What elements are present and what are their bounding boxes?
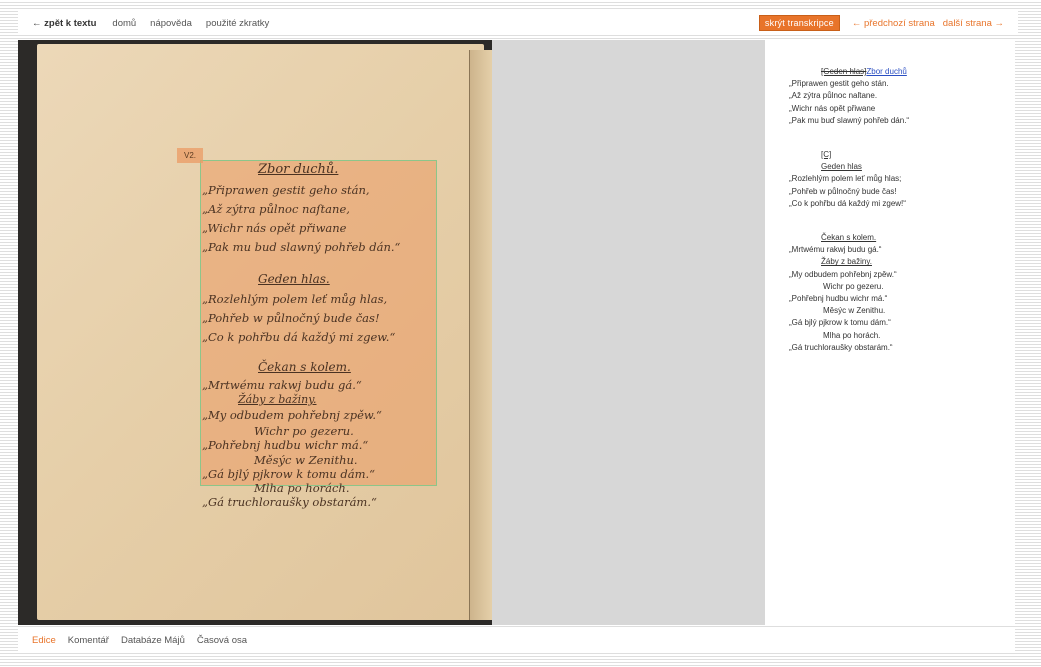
transcript-line: „Mrtwému rakwj budu gá.“ [789,245,882,255]
abbreviations-link[interactable]: použité zkratky [206,18,269,29]
manuscript-line: Zbor duchů. [258,162,339,177]
transcript-heading: Geden hlas [821,162,862,172]
transcript-line: „Wichr nás opět přiwane [789,103,876,113]
hide-transcript-button[interactable]: skrýt transkripce [758,15,840,31]
transcript-line: „Gá bjlý pjkrow k tomu dám.“ [789,318,891,328]
manuscript-line: „Wichr nás opět přiwane [202,221,347,235]
manuscript-line: „Rozlehlým polem leť můg hlas, [202,292,388,306]
transcript-line: „Pohřebnj hudbu wichr má.“ [789,294,888,304]
next-page-edge [469,50,492,620]
manuscript-line: „Co k pohřbu dá každý mi zgew.“ [202,330,396,344]
manuscript-line: „Až zýtra půlnoc naſtane, [202,202,350,216]
manuscript-line: „Pohřeb w půlnočný bude čas! [202,311,380,325]
transcript-line: „Pohřeb w půlnočný bude čas! [789,186,897,196]
manuscript-line: Měsýc w Zenithu. [254,453,358,467]
manuscript-line: „Gá bjlý pjkrow k tomu dám.“ [202,467,376,481]
previous-page-link[interactable]: ← předchozí strana [852,18,935,29]
main-area: V2. Zbor duchů. „Připrawen gestit geho s… [18,40,1015,625]
empty-pane [492,40,765,625]
transcript-block: [Geden hlas]Zbor duchů „Připrawen gestit… [789,66,1015,127]
home-link[interactable]: domů [112,18,136,29]
manuscript-line: Žáby z bažiny. [238,393,317,406]
heading-link[interactable]: Zbor duchů [866,67,906,76]
manuscript-line: „My odbudem pohřebnj zpěw.“ [202,408,382,422]
manuscript-line: „Pohřebnj hudbu wichr má.“ [202,438,369,452]
deleted-heading: [Geden hlas] [821,67,867,76]
transcript-block: Čekan s kolem. „Mrtwému rakwj budu gá.“ … [789,232,1015,354]
transcript-line: „My odbudem pohřebnj zpěw.“ [789,269,897,279]
transcript-subheading: Wichr po gezeru. [823,281,884,291]
commentary-link[interactable]: Komentář [68,635,109,646]
transcript-subheading: Měsýc w Zenithu. [823,306,886,316]
manuscript-line: Čekan s kolem. [258,360,351,374]
transcript-line: „Co k pohřbu dá každý mi zgew!“ [789,198,906,208]
back-to-text-link[interactable]: ← zpět k textu [32,18,96,29]
top-navigation: ← zpět k textu domů nápověda použité zkr… [18,11,1018,35]
transcript-line: „Gá truchloraušky obstarám.“ [789,342,893,352]
manuscript-line: Wichr po gezeru. [254,424,354,438]
transcript-subheading: Mlha po horách. [823,330,881,340]
manuscript-line: „Gá truchloraušky obstarám.“ [202,495,377,509]
transcript-panel: [Geden hlas]Zbor duchů „Připrawen gestit… [765,40,1015,625]
database-link[interactable]: Databáze Májů [121,635,185,646]
help-link[interactable]: nápověda [150,18,192,29]
transcript-block: [C] Geden hlas „Rozlehlým polem leť můg … [789,149,1015,210]
manuscript-line: „Pak mu bud slawný pohřeb dán.“ [202,240,401,254]
transcript-heading: Žáby z bažiny. [821,257,872,267]
manuscript-line: „Připrawen gestit geho stán, [202,183,370,197]
manuscript-viewer[interactable]: V2. Zbor duchů. „Připrawen gestit geho s… [18,40,492,625]
edition-link[interactable]: Edice [32,635,56,646]
bottom-navigation: Edice Komentář Databáze Májů Časová osa [18,629,1015,651]
transcript-heading: Čekan s kolem. [821,233,877,243]
transcript-line: „Pak mu buď slawný pohřeb dán.“ [789,115,910,125]
editorial-mark: [C] [821,150,832,160]
manuscript-line: Mlha po horách. [254,481,350,495]
verse-label: V2. [177,148,203,163]
transcript-line: „Rozlehlým polem leť můg hlas; [789,174,902,184]
manuscript-line: Geden hlas. [258,272,330,286]
transcript-line: „Až zýtra půlnoc naſtane. [789,91,878,101]
next-page-link[interactable]: další strana → [943,18,1004,29]
timeline-link[interactable]: Časová osa [197,635,247,646]
manuscript-line: „Mrtwému rakwj budu gá.“ [202,378,362,392]
transcript-line: „Připrawen gestit geho stán. [789,79,889,89]
